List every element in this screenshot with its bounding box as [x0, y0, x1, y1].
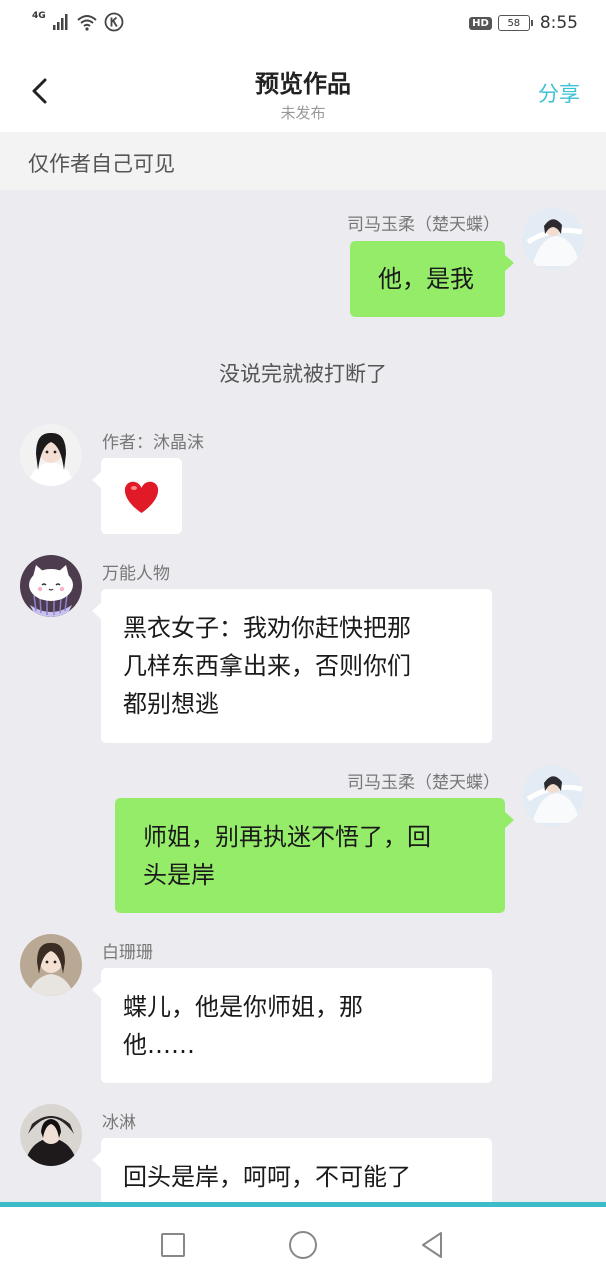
title-bar: 预览作品 未发布 分享: [0, 52, 606, 132]
avatar[interactable]: [20, 555, 82, 617]
message-bubble[interactable]: 蝶儿，他是你师姐，那 他……: [92, 968, 492, 1083]
message-bubble[interactable]: 回头是岸，呵呵，不可能了: [92, 1138, 492, 1202]
message-text-line: 几样东西拿出来，否则你们: [123, 652, 411, 680]
wifi-icon: [76, 15, 97, 31]
message-text-line: 师姐，别再执迷不悟了，回: [143, 823, 431, 851]
message-bubble[interactable]: ❤️: [92, 458, 182, 534]
avatar[interactable]: [20, 424, 82, 486]
status-time: 8:55: [539, 13, 578, 33]
battery-icon: 58: [497, 15, 533, 31]
sender-name: 司马玉柔（楚天蝶）: [347, 773, 500, 793]
message-text-line: 黑衣女子：我劝你赶快把那: [123, 614, 411, 642]
avatar-image-icon: [522, 208, 584, 270]
sender-name: 白珊珊: [102, 943, 153, 963]
message-text-line: 回头是岸，呵呵，不可能了: [123, 1163, 411, 1191]
sender-name: 冰淋: [102, 1113, 136, 1133]
network-type: 4G: [32, 11, 46, 21]
avatar-image-icon: [522, 765, 584, 827]
avatar-image-icon: [20, 1104, 82, 1166]
triangle-back-icon: [422, 1232, 442, 1258]
page-title: 预览作品: [255, 70, 351, 98]
home-button[interactable]: [283, 1225, 323, 1265]
sender-name: 万能人物: [102, 564, 170, 584]
avatar[interactable]: [522, 765, 584, 827]
heart-icon: [124, 481, 159, 513]
status-left: 4G: [32, 11, 124, 32]
sender-name: 司马玉柔（楚天蝶）: [347, 215, 500, 235]
square-icon: [161, 1233, 185, 1257]
visibility-notice: 仅作者自己可见: [0, 132, 606, 190]
message-bubble[interactable]: 黑衣女子：我劝你赶快把那 几样东西拿出来，否则你们 都别想逃: [92, 589, 492, 743]
page-subtitle: 未发布: [280, 104, 326, 122]
chat-area[interactable]: 司马玉柔（楚天蝶） 他，是我 没说完就被打断了 作者：沐晶沫 ❤️: [0, 190, 606, 1202]
recent-apps-button[interactable]: [153, 1225, 193, 1265]
message-text-line: 都别想逃: [123, 690, 219, 718]
narration-text: 没说完就被打断了: [219, 362, 387, 386]
visibility-notice-text: 仅作者自己可见: [28, 152, 175, 176]
avatar-image-icon: [20, 934, 82, 996]
message-text-line: 他……: [123, 1031, 195, 1059]
avatar-image-icon: [20, 424, 82, 486]
avatar[interactable]: [20, 934, 82, 996]
battery-level: 58: [507, 17, 521, 29]
message-text-line: 蝶儿，他是你师姐，那: [123, 993, 363, 1021]
k-circle-icon: [104, 12, 124, 32]
sender-name: 作者：沐晶沫: [102, 433, 204, 453]
share-button[interactable]: 分享: [538, 78, 580, 108]
message-text-line: 头是岸: [143, 861, 215, 889]
message-bubble[interactable]: 师姐，别再执迷不悟了，回 头是岸: [115, 798, 514, 913]
signal-icon: [52, 14, 68, 30]
avatar[interactable]: [522, 208, 584, 270]
back-nav-button[interactable]: [413, 1225, 453, 1265]
message-text: 他，是我: [378, 265, 474, 293]
hd-badge: HD: [469, 16, 492, 30]
cat-avatar-icon: [20, 555, 82, 617]
avatar[interactable]: [20, 1104, 82, 1166]
message-bubble[interactable]: 他，是我: [350, 241, 514, 317]
status-right: HD 58 8:55: [469, 13, 578, 33]
system-nav-bar: [0, 1207, 606, 1280]
status-bar: 4G HD 58 8:55: [0, 0, 606, 52]
circle-icon: [289, 1231, 317, 1259]
